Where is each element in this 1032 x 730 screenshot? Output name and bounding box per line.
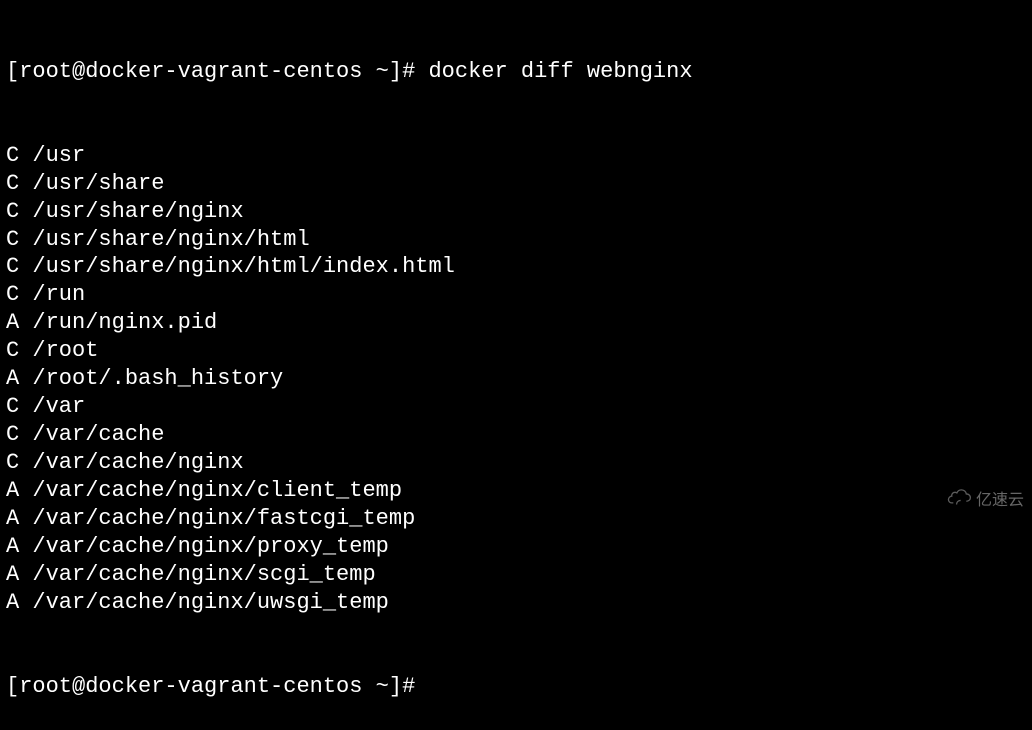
diff-path: /var/cache xyxy=(19,422,164,447)
diff-path: /usr/share/nginx xyxy=(19,199,243,224)
diff-flag: A xyxy=(6,590,19,615)
prompt-host: docker-vagrant-centos xyxy=(85,59,362,84)
prompt-at: @ xyxy=(72,674,85,699)
diff-line: C /usr xyxy=(6,142,1026,170)
diff-flag: A xyxy=(6,310,19,335)
watermark-text: 亿速云 xyxy=(976,491,1024,511)
diff-flag: C xyxy=(6,394,19,419)
diff-line: C /root xyxy=(6,337,1026,365)
terminal[interactable]: [root@docker-vagrant-centos ~]# docker d… xyxy=(0,0,1032,730)
prompt-open: [ xyxy=(6,674,19,699)
diff-path: /usr xyxy=(19,143,85,168)
diff-path: /var/cache/nginx/uwsgi_temp xyxy=(19,590,389,615)
prompt-close: ] xyxy=(389,59,402,84)
diff-path: /var/cache/nginx/proxy_temp xyxy=(19,534,389,559)
diff-line: A /run/nginx.pid xyxy=(6,309,1026,337)
diff-line: A /var/cache/nginx/uwsgi_temp xyxy=(6,589,1026,617)
prompt-user: root xyxy=(19,674,72,699)
diff-flag: A xyxy=(6,562,19,587)
diff-path: /var/cache/nginx xyxy=(19,450,243,475)
diff-path: /root/.bash_history xyxy=(19,366,283,391)
prompt-char: # xyxy=(402,674,415,699)
diff-path: /run xyxy=(19,282,85,307)
diff-path: /usr/share xyxy=(19,171,164,196)
diff-flag: C xyxy=(6,254,19,279)
diff-line: C /usr/share/nginx xyxy=(6,198,1026,226)
prompt-cwd: ~ xyxy=(376,674,389,699)
diff-line: C /var xyxy=(6,393,1026,421)
prompt-open: [ xyxy=(6,59,19,84)
watermark: 亿速云 xyxy=(946,489,1024,513)
prompt-char: # xyxy=(402,59,415,84)
command-line: [root@docker-vagrant-centos ~]# docker d… xyxy=(6,58,1026,86)
diff-flag: A xyxy=(6,366,19,391)
diff-line: A /var/cache/nginx/scgi_temp xyxy=(6,561,1026,589)
diff-path: /usr/share/nginx/html xyxy=(19,227,309,252)
prompt-cwd: ~ xyxy=(376,59,389,84)
diff-path: /usr/share/nginx/html/index.html xyxy=(19,254,455,279)
diff-flag: A xyxy=(6,506,19,531)
diff-path: /root xyxy=(19,338,98,363)
diff-flag: C xyxy=(6,143,19,168)
diff-flag: C xyxy=(6,171,19,196)
diff-flag: C xyxy=(6,422,19,447)
diff-line: C /var/cache xyxy=(6,421,1026,449)
diff-flag: A xyxy=(6,534,19,559)
diff-path: /var xyxy=(19,394,85,419)
diff-flag: C xyxy=(6,450,19,475)
diff-path: /run/nginx.pid xyxy=(19,310,217,335)
cloud-icon xyxy=(946,489,972,513)
diff-line: C /usr/share xyxy=(6,170,1026,198)
diff-line: C /usr/share/nginx/html xyxy=(6,226,1026,254)
diff-line: C /run xyxy=(6,281,1026,309)
diff-line: A /var/cache/nginx/proxy_temp xyxy=(6,533,1026,561)
diff-flag: C xyxy=(6,282,19,307)
diff-flag: C xyxy=(6,199,19,224)
diff-path: /var/cache/nginx/scgi_temp xyxy=(19,562,375,587)
diff-line: A /var/cache/nginx/client_temp xyxy=(6,477,1026,505)
prompt-idle-line: [root@docker-vagrant-centos ~]# xyxy=(6,673,1026,701)
diff-path: /var/cache/nginx/client_temp xyxy=(19,478,402,503)
diff-path: /var/cache/nginx/fastcgi_temp xyxy=(19,506,415,531)
diff-flag: C xyxy=(6,338,19,363)
diff-line: C /usr/share/nginx/html/index.html xyxy=(6,253,1026,281)
command-text: docker diff webnginx xyxy=(428,59,692,84)
diff-output: C /usrC /usr/shareC /usr/share/nginxC /u… xyxy=(6,142,1026,617)
diff-line: A /root/.bash_history xyxy=(6,365,1026,393)
diff-flag: C xyxy=(6,227,19,252)
diff-line: A /var/cache/nginx/fastcgi_temp xyxy=(6,505,1026,533)
diff-flag: A xyxy=(6,478,19,503)
prompt-close: ] xyxy=(389,674,402,699)
prompt-at: @ xyxy=(72,59,85,84)
prompt-user: root xyxy=(19,59,72,84)
prompt-host: docker-vagrant-centos xyxy=(85,674,362,699)
diff-line: C /var/cache/nginx xyxy=(6,449,1026,477)
